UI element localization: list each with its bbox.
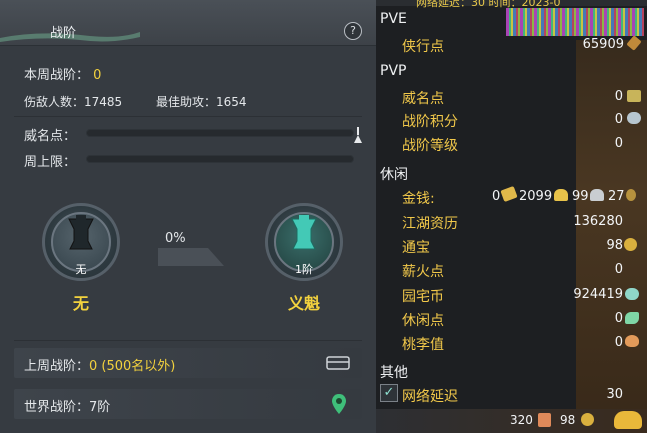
fame-label: 威名点： — [24, 129, 77, 144]
divider — [14, 116, 362, 117]
copper-coin-icon — [626, 189, 636, 201]
progress-percent: 0% — [165, 231, 186, 246]
tongbao-coin-icon — [581, 413, 594, 426]
weekly-rank-label: 本周战阶： — [24, 68, 90, 83]
peach-icon — [625, 335, 639, 347]
progress-arrow-icon — [158, 248, 224, 266]
zhanjie-level-value: 0 — [614, 136, 623, 151]
trophy-icon — [627, 112, 641, 124]
gold-brick-icon — [500, 185, 518, 203]
assist-label: 最佳助攻： — [156, 95, 217, 109]
next-rank-badge: 1阶 — [295, 263, 313, 276]
current-rank-name: 无 — [72, 294, 89, 313]
divider — [14, 340, 362, 341]
weekly-cap-bar — [86, 155, 354, 163]
latency-label: 网络延迟 — [402, 389, 458, 405]
current-rank-medal[interactable]: 无 — [42, 203, 120, 281]
silver-ingot-icon — [590, 189, 604, 201]
help-icon[interactable]: ? — [344, 22, 362, 40]
tongbao-coin-icon — [624, 238, 637, 251]
location-pin-icon[interactable] — [331, 393, 347, 415]
next-rank-medal[interactable]: 1阶 — [265, 203, 343, 281]
zhanjie-score-label: 战阶积分 — [402, 114, 458, 130]
bottom-value-a: 320 — [510, 413, 533, 427]
section-pvp: PVP — [380, 63, 407, 79]
last-week-rank-value: 0 (500名以外) — [89, 359, 176, 374]
xiuxian-value: 0 — [614, 311, 623, 326]
garden-token-icon — [625, 288, 639, 300]
jianghu-label: 江湖资历 — [402, 216, 458, 232]
section-other: 其他 — [380, 365, 408, 381]
yuanzhai-value: 924419 — [573, 287, 623, 302]
panel-title: 战阶 — [50, 26, 77, 41]
zhanjie-panel: 战阶 ? 本周战阶： 0 伤敌人数：17485 最佳助攻：1654 威名点： 周… — [0, 0, 376, 433]
latency-value: 30 — [606, 387, 623, 402]
next-rank-name: 义魁 — [287, 294, 320, 313]
kills-row: 伤敌人数：17485 — [24, 93, 122, 110]
fame-token-icon — [627, 90, 641, 102]
yuanzhai-label: 园宅币 — [402, 289, 444, 305]
section-pve: PVE — [380, 11, 407, 27]
ranking-chest-icon[interactable] — [326, 355, 350, 371]
money-yin: 99 — [572, 189, 589, 204]
kills-value: 17485 — [84, 95, 123, 109]
bottom-currency-strip: 320 98 — [376, 409, 647, 433]
last-week-rank: 上周战阶：0 (500名以外) — [24, 355, 175, 374]
xinhuo-label: 薪火点 — [402, 264, 444, 280]
weiming-label: 威名点 — [402, 91, 444, 107]
gold-ingot-shop-icon[interactable] — [614, 411, 642, 429]
panel-header: 战阶 ? — [0, 0, 376, 46]
latency-checkbox[interactable]: ✓ — [380, 384, 398, 402]
world-rank-label: 世界战阶： — [24, 400, 90, 415]
gold-ingot-icon — [554, 189, 568, 201]
last-week-rank-label: 上周战阶： — [24, 359, 90, 374]
weekly-cap-label: 周上限： — [24, 155, 77, 170]
jianghu-value: 136280 — [573, 214, 623, 229]
taoli-label: 桃李值 — [402, 337, 444, 353]
bottom-value-b: 98 — [560, 413, 576, 427]
current-rank-badge: 无 — [75, 263, 87, 276]
top-status-strip: 网络延迟：30 时间：2023-0 — [376, 0, 647, 9]
currency-panel: 网络延迟：30 时间：2023-0 PVE 侠行点 65909 PVP 威名点 … — [376, 0, 647, 433]
xinhuo-value: 0 — [614, 262, 623, 277]
assist-value: 1654 — [216, 95, 247, 109]
money-jin: 2099 — [519, 189, 553, 204]
xiuxian-label: 休闲点 — [402, 313, 444, 329]
glitch-stripes-decoration — [506, 8, 644, 36]
section-leisure: 休闲 — [380, 167, 408, 183]
xiaxing-label: 侠行点 — [402, 39, 444, 55]
world-rank: 世界战阶：7阶 — [24, 396, 110, 415]
book-reward-icon — [538, 413, 551, 427]
world-rank-value: 7阶 — [89, 400, 111, 415]
fame-cap-marker-icon — [354, 127, 362, 143]
fame-progress-bar — [86, 129, 354, 137]
xiaxing-value: 65909 — [582, 37, 624, 52]
trophy-vessel-jade-icon — [291, 215, 317, 250]
trophy-vessel-icon — [68, 215, 94, 250]
weekly-rank-row: 本周战阶： 0 — [24, 64, 101, 83]
weekly-rank-value: 0 — [93, 68, 102, 83]
leisure-leaf-icon — [625, 312, 639, 324]
assist-row: 最佳助攻：1654 — [156, 93, 247, 110]
zhanjie-score-value: 0 — [614, 112, 623, 127]
tongbao-label: 通宝 — [402, 240, 430, 256]
weiming-value: 0 — [614, 89, 623, 104]
taoli-value: 0 — [614, 335, 623, 350]
money-zhuan: 0 — [492, 189, 501, 204]
zhanjie-level-label: 战阶等级 — [402, 138, 458, 154]
money-tong: 27 — [608, 189, 625, 204]
kills-label: 伤敌人数： — [24, 95, 85, 109]
tongbao-value: 98 — [606, 238, 623, 253]
money-label: 金钱: — [402, 191, 435, 207]
